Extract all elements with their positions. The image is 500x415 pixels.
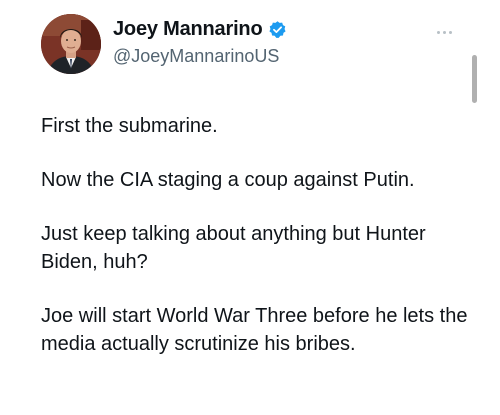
verified-badge-icon	[268, 20, 287, 39]
dot	[443, 30, 446, 34]
tweet-paragraph: First the submarine.	[41, 115, 218, 137]
tweet-body: First the submarine. Now the CIA staging…	[41, 112, 471, 358]
ellipsis-icon[interactable]	[437, 28, 459, 36]
tweet-paragraph: Just keep talking about anything but Hun…	[41, 223, 426, 273]
dot	[449, 30, 452, 34]
tweet-paragraph: Now the CIA staging a coup against Putin…	[41, 169, 415, 191]
scrollbar-thumb[interactable]	[472, 55, 477, 103]
dot	[437, 30, 440, 34]
tweet-paragraph: Joe will start World War Three before he…	[41, 305, 468, 355]
author-handle[interactable]: @JoeyMannarinoUS	[113, 45, 279, 67]
author-avatar[interactable]	[41, 14, 101, 74]
avatar-photo	[41, 14, 101, 74]
tweet-card: Joey Mannarino @JoeyMannarinoUS First th…	[0, 0, 500, 415]
author-display-name[interactable]: Joey Mannarino	[113, 17, 263, 41]
author-name-row: Joey Mannarino	[113, 17, 287, 41]
